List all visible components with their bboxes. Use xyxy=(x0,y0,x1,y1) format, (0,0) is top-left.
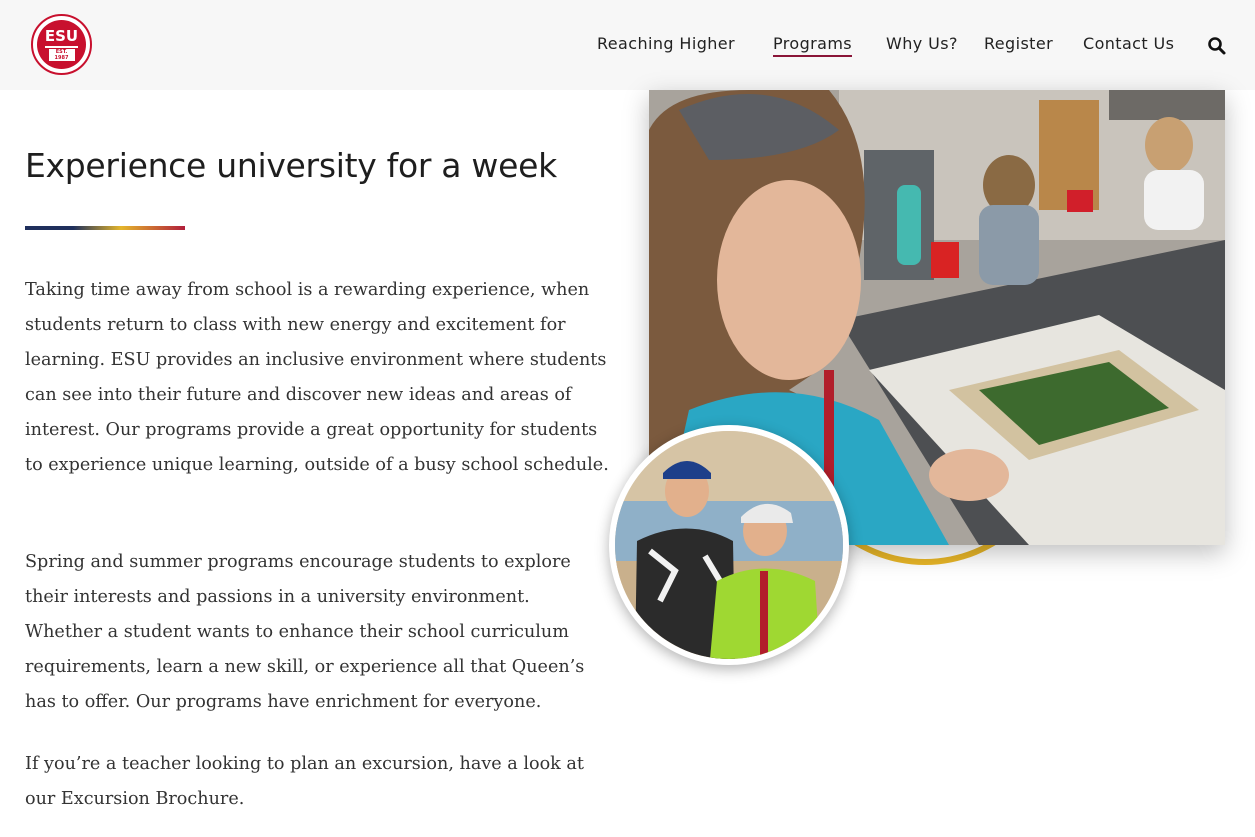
nav-programs[interactable]: Programs xyxy=(773,33,853,57)
intro-paragraph: Taking time away from school is a reward… xyxy=(25,280,609,475)
nav-why-us[interactable]: Why Us? xyxy=(886,33,958,57)
nav-reaching-higher[interactable]: Reaching Higher xyxy=(597,33,735,57)
esu-logo[interactable]: ESU EST. 1987 xyxy=(31,14,92,75)
page-title: Experience university for a week xyxy=(25,146,557,185)
circle-illustration xyxy=(615,431,843,659)
logo-rule xyxy=(45,46,78,48)
search-icon xyxy=(1208,37,1226,55)
nav-contact-us[interactable]: Contact Us xyxy=(1083,33,1174,57)
students-circle-photo xyxy=(609,425,849,665)
site-header: ESU EST. 1987 Reaching Higher Programs W… xyxy=(0,0,1255,90)
nav-register[interactable]: Register xyxy=(984,33,1053,57)
search-button[interactable] xyxy=(1207,36,1227,56)
logo-text: ESU xyxy=(44,27,79,45)
programs-paragraph: Spring and summer programs encourage stu… xyxy=(25,552,585,712)
logo-est: EST. 1987 xyxy=(48,49,75,61)
title-divider xyxy=(25,226,185,230)
logo-badge: ESU EST. 1987 xyxy=(37,20,86,69)
teacher-paragraph: If you’re a teacher looking to plan an e… xyxy=(25,754,584,809)
